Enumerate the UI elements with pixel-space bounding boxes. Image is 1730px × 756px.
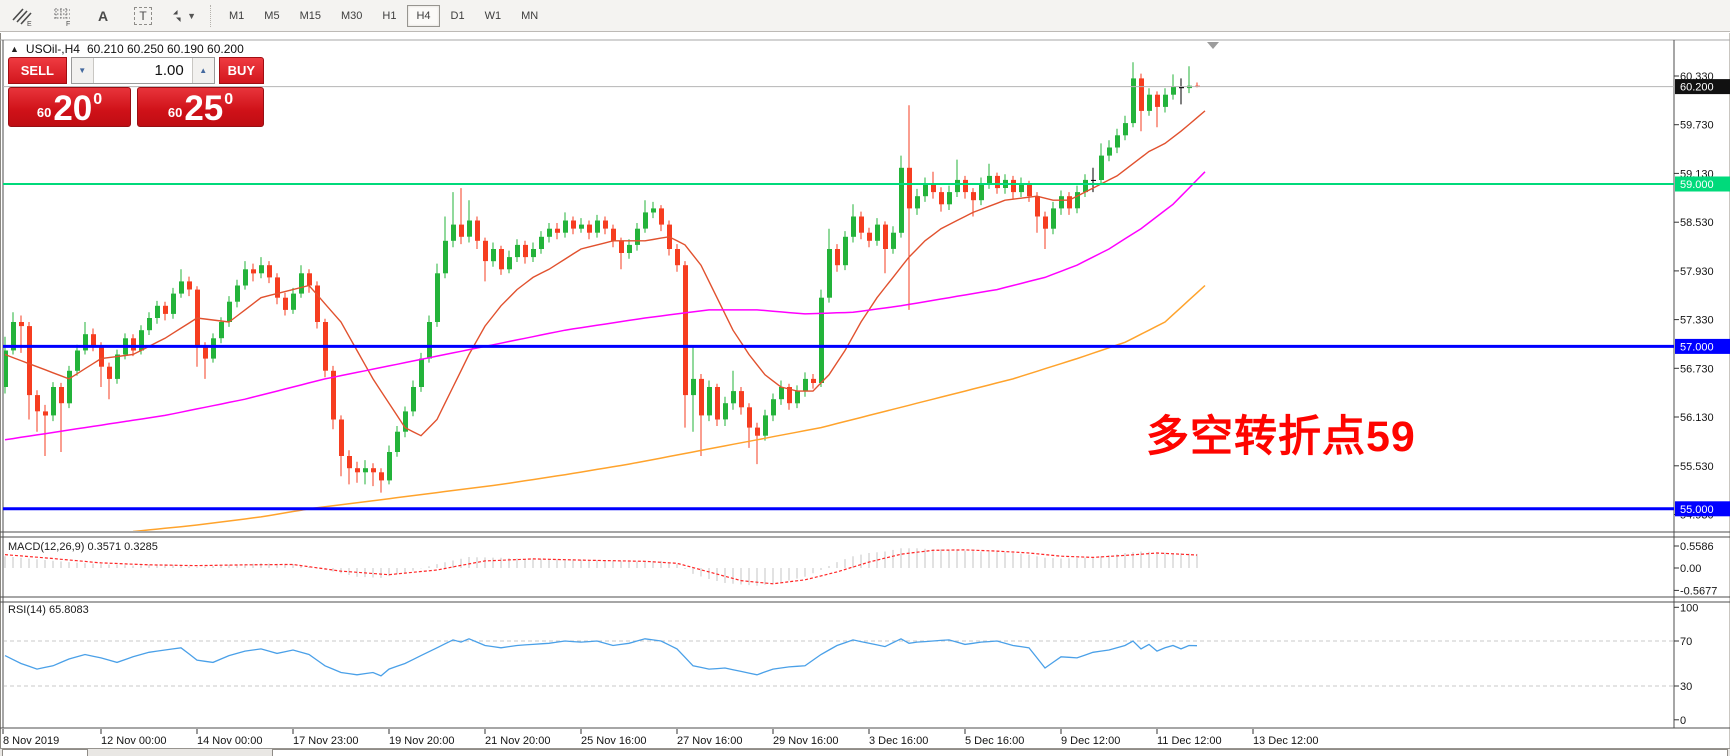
buy-price-prefix: 60 — [168, 105, 182, 120]
date-label: 29 Nov 16:00 — [773, 735, 838, 747]
ma-fast-red — [5, 111, 1205, 436]
price-badge: 55.000 — [1680, 504, 1714, 516]
price-badge: 57.000 — [1680, 341, 1714, 353]
ma-mid-magenta — [5, 172, 1205, 440]
date-label: 25 Nov 16:00 — [581, 735, 646, 747]
chart-title: ▲ USOil-,H4 60.210 60.250 60.190 60.200 — [10, 42, 244, 56]
date-label: 5 Dec 16:00 — [965, 735, 1024, 747]
macd-tick-label: 0.5586 — [1680, 541, 1714, 553]
hline-layer — [3, 87, 1674, 509]
volume-stepper: ▼ ▲ — [71, 57, 215, 84]
date-label: 9 Dec 12:00 — [1061, 735, 1120, 747]
collapse-arrow-icon[interactable]: ▲ — [10, 44, 19, 54]
macd-tick-label: 0.00 — [1680, 563, 1701, 575]
macd-layer — [5, 548, 1197, 585]
buy-price-main: 25 — [184, 93, 223, 125]
chart-annotation-text: 多空转折点59 — [1146, 402, 1416, 464]
price-tick-label: 56.130 — [1680, 412, 1714, 424]
current-price-badge: 60.200 — [1680, 82, 1714, 94]
date-label: 8 Nov 2019 — [3, 735, 59, 747]
sell-price-panel[interactable]: 60 20 0 — [8, 87, 131, 127]
volume-increase-button[interactable]: ▲ — [192, 58, 214, 83]
rsi-label: RSI(14) 65.8083 — [8, 604, 89, 616]
buy-button[interactable]: BUY — [219, 57, 264, 84]
price-tick-label: 58.530 — [1680, 217, 1714, 229]
sell-price-sup: 0 — [93, 91, 102, 109]
one-click-trading-panel: SELL ▼ ▲ BUY 60 20 0 60 25 0 — [8, 57, 264, 127]
date-axis: 8 Nov 2019 12 Nov 00:00 14 Nov 00:00 17 Nov… — [3, 729, 1318, 747]
price-tick-label: 57.930 — [1680, 266, 1714, 278]
date-label: 11 Dec 12:00 — [1157, 735, 1222, 747]
sell-button[interactable]: SELL — [8, 57, 67, 84]
price-tick-label: 57.330 — [1680, 315, 1714, 327]
date-label: 13 Dec 12:00 — [1253, 735, 1318, 747]
rsi-layer — [3, 639, 1674, 686]
sell-price-main: 20 — [53, 93, 92, 125]
rsi-tick-label: 100 — [1680, 602, 1698, 614]
ma-slow-orange — [133, 286, 1205, 532]
macd-signal-line — [5, 550, 1197, 584]
rsi-line — [5, 639, 1197, 676]
date-label: 19 Nov 20:00 — [389, 735, 454, 747]
price-tick-label: 59.730 — [1680, 120, 1714, 132]
macd-label: MACD(12,26,9) 0.3571 0.3285 — [8, 541, 158, 553]
date-label: 21 Nov 20:00 — [485, 735, 550, 747]
date-label: 17 Nov 23:00 — [293, 735, 358, 747]
date-label: 14 Nov 00:00 — [197, 735, 262, 747]
pane-borders — [0, 40, 1730, 728]
rsi-axis: 100 70 30 0 — [1674, 602, 1698, 727]
buy-price-sup: 0 — [224, 91, 233, 109]
macd-axis: 0.5586 0.00 -0.5677 — [1674, 541, 1717, 597]
buy-price-panel[interactable]: 60 25 0 — [137, 87, 264, 127]
macd-tick-label: -0.5677 — [1680, 585, 1717, 597]
price-axis: 60.33059.73059.13058.53057.93057.33056.7… — [1674, 71, 1730, 522]
volume-decrease-button[interactable]: ▼ — [72, 58, 94, 83]
symbol-label: USOil-,H4 — [26, 42, 80, 56]
ohlc-values: 60.210 60.250 60.190 60.200 — [87, 42, 244, 56]
rsi-tick-label: 0 — [1680, 715, 1686, 727]
date-label: 3 Dec 16:00 — [869, 735, 928, 747]
sell-price-prefix: 60 — [37, 105, 51, 120]
volume-input[interactable] — [94, 58, 192, 83]
rsi-tick-label: 70 — [1680, 636, 1692, 648]
moving-averages-layer — [5, 111, 1205, 532]
price-tick-label: 56.730 — [1680, 363, 1714, 375]
date-label: 12 Nov 00:00 — [101, 735, 166, 747]
price-tick-label: 55.530 — [1680, 461, 1714, 473]
price-badge: 59.000 — [1680, 179, 1714, 191]
date-label: 27 Nov 16:00 — [677, 735, 742, 747]
rsi-tick-label: 30 — [1680, 681, 1692, 693]
mt4-terminal: E F A T ▼ M1M5M15M30H1H4D1W1MN 60.33059.… — [0, 0, 1730, 756]
chart-shift-marker[interactable] — [1207, 42, 1219, 49]
